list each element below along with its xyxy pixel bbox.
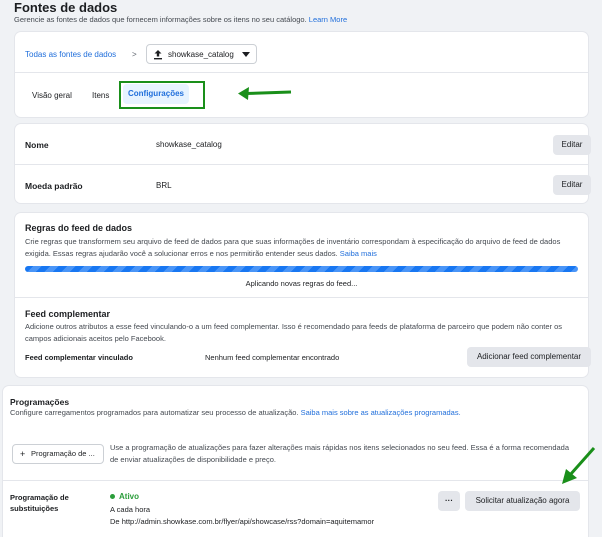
- status-indicator: Ativo: [110, 492, 139, 501]
- name-value: showkase_catalog: [156, 140, 222, 149]
- linked-feed-label: Feed complementar vinculado: [25, 353, 133, 362]
- breadcrumb-separator: >: [132, 50, 137, 59]
- feed-rules-divider: [15, 297, 588, 298]
- feed-rules-progress-bar: [25, 266, 578, 272]
- add-supplementary-feed-button[interactable]: Adicionar feed complementar: [467, 347, 591, 367]
- currency-value: BRL: [156, 181, 172, 190]
- feed-rules-title: Regras do feed de dados: [25, 223, 133, 233]
- catalog-selector[interactable]: showkase_catalog: [146, 44, 257, 64]
- edit-currency-button[interactable]: Editar: [553, 175, 591, 195]
- more-options-button[interactable]: ···: [438, 491, 460, 511]
- tab-configuracoes[interactable]: Configurações: [123, 84, 189, 104]
- tab-divider: [15, 72, 588, 73]
- schedules-learn-more-link[interactable]: Saiba mais sobre as atualizações program…: [301, 408, 461, 417]
- plus-icon: +: [20, 449, 26, 459]
- update-schedule-info: Use a programação de atualizações para f…: [110, 443, 570, 464]
- request-update-button[interactable]: Solicitar atualização agora: [465, 491, 580, 511]
- schedules-description-text: Configure carregamentos programados para…: [10, 408, 299, 417]
- navigation-card: Todas as fontes de dados > showkase_cata…: [15, 32, 588, 117]
- replace-schedule-label: Programação de substituições: [10, 492, 69, 514]
- schedule-source: De http://admin.showkase.com.br/flyer/ap…: [110, 517, 374, 526]
- page-title: Fontes de dados: [14, 0, 118, 15]
- tab-visao-geral[interactable]: Visão geral: [32, 91, 72, 100]
- schedule-source-url: http://admin.showkase.com.br/flyer/api/s…: [121, 517, 375, 526]
- replace-schedule-label-line2: substituições: [10, 504, 59, 513]
- annotation-arrow-tabs-icon: [236, 84, 292, 100]
- schedules-title: Programações: [10, 397, 70, 407]
- status-text: Ativo: [119, 492, 139, 501]
- breadcrumb-root-link[interactable]: Todas as fontes de dados: [25, 50, 116, 59]
- name-label: Nome: [25, 140, 49, 150]
- schedules-description: Configure carregamentos programados para…: [10, 408, 461, 417]
- replace-schedule-label-line1: Programação de: [10, 493, 69, 502]
- feed-rules-progress-text: Aplicando novas regras do feed...: [245, 279, 358, 288]
- schedules-card: Programações Configure carregamentos pro…: [3, 386, 588, 537]
- supplementary-title: Feed complementar: [25, 309, 111, 319]
- subtitle-text: Gerencie as fontes de dados que fornecem…: [14, 15, 307, 24]
- tab-itens[interactable]: Itens: [92, 91, 109, 100]
- caret-down-icon: [242, 52, 250, 57]
- schedules-divider: [3, 480, 588, 481]
- edit-name-button[interactable]: Editar: [553, 135, 591, 155]
- add-schedule-button[interactable]: + Programação de ...: [12, 444, 104, 464]
- linked-feed-value: Nenhum feed complementar encontrado: [205, 353, 340, 362]
- learn-more-link[interactable]: Learn More: [309, 15, 347, 24]
- annotation-arrow-request-icon: [559, 446, 597, 486]
- catalog-selector-label: showkase_catalog: [168, 50, 234, 59]
- add-schedule-label: Programação de ...: [31, 449, 95, 458]
- settings-divider: [15, 164, 588, 165]
- feed-rules-description: Crie regras que transformem seu arquivo …: [25, 236, 585, 260]
- upload-icon: [153, 49, 163, 60]
- feed-rules-learn-more-link[interactable]: Saiba mais: [340, 249, 377, 258]
- breadcrumb: Todas as fontes de dados > showkase_cata…: [25, 44, 585, 68]
- supplementary-description: Adicione outros atributos a esse feed vi…: [25, 322, 562, 343]
- status-dot-icon: [110, 494, 115, 500]
- currency-label: Moeda padrão: [25, 181, 83, 191]
- page-subtitle: Gerencie as fontes de dados que fornecem…: [14, 15, 347, 24]
- feed-rules-description-text: Crie regras que transformem seu arquivo …: [25, 237, 561, 258]
- settings-card: Nome showkase_catalog Editar Moeda padrã…: [15, 124, 591, 203]
- schedule-source-prefix: De: [110, 517, 120, 526]
- feed-rules-card: Regras do feed de dados Crie regras que …: [15, 213, 591, 377]
- schedule-frequency: A cada hora: [110, 505, 151, 514]
